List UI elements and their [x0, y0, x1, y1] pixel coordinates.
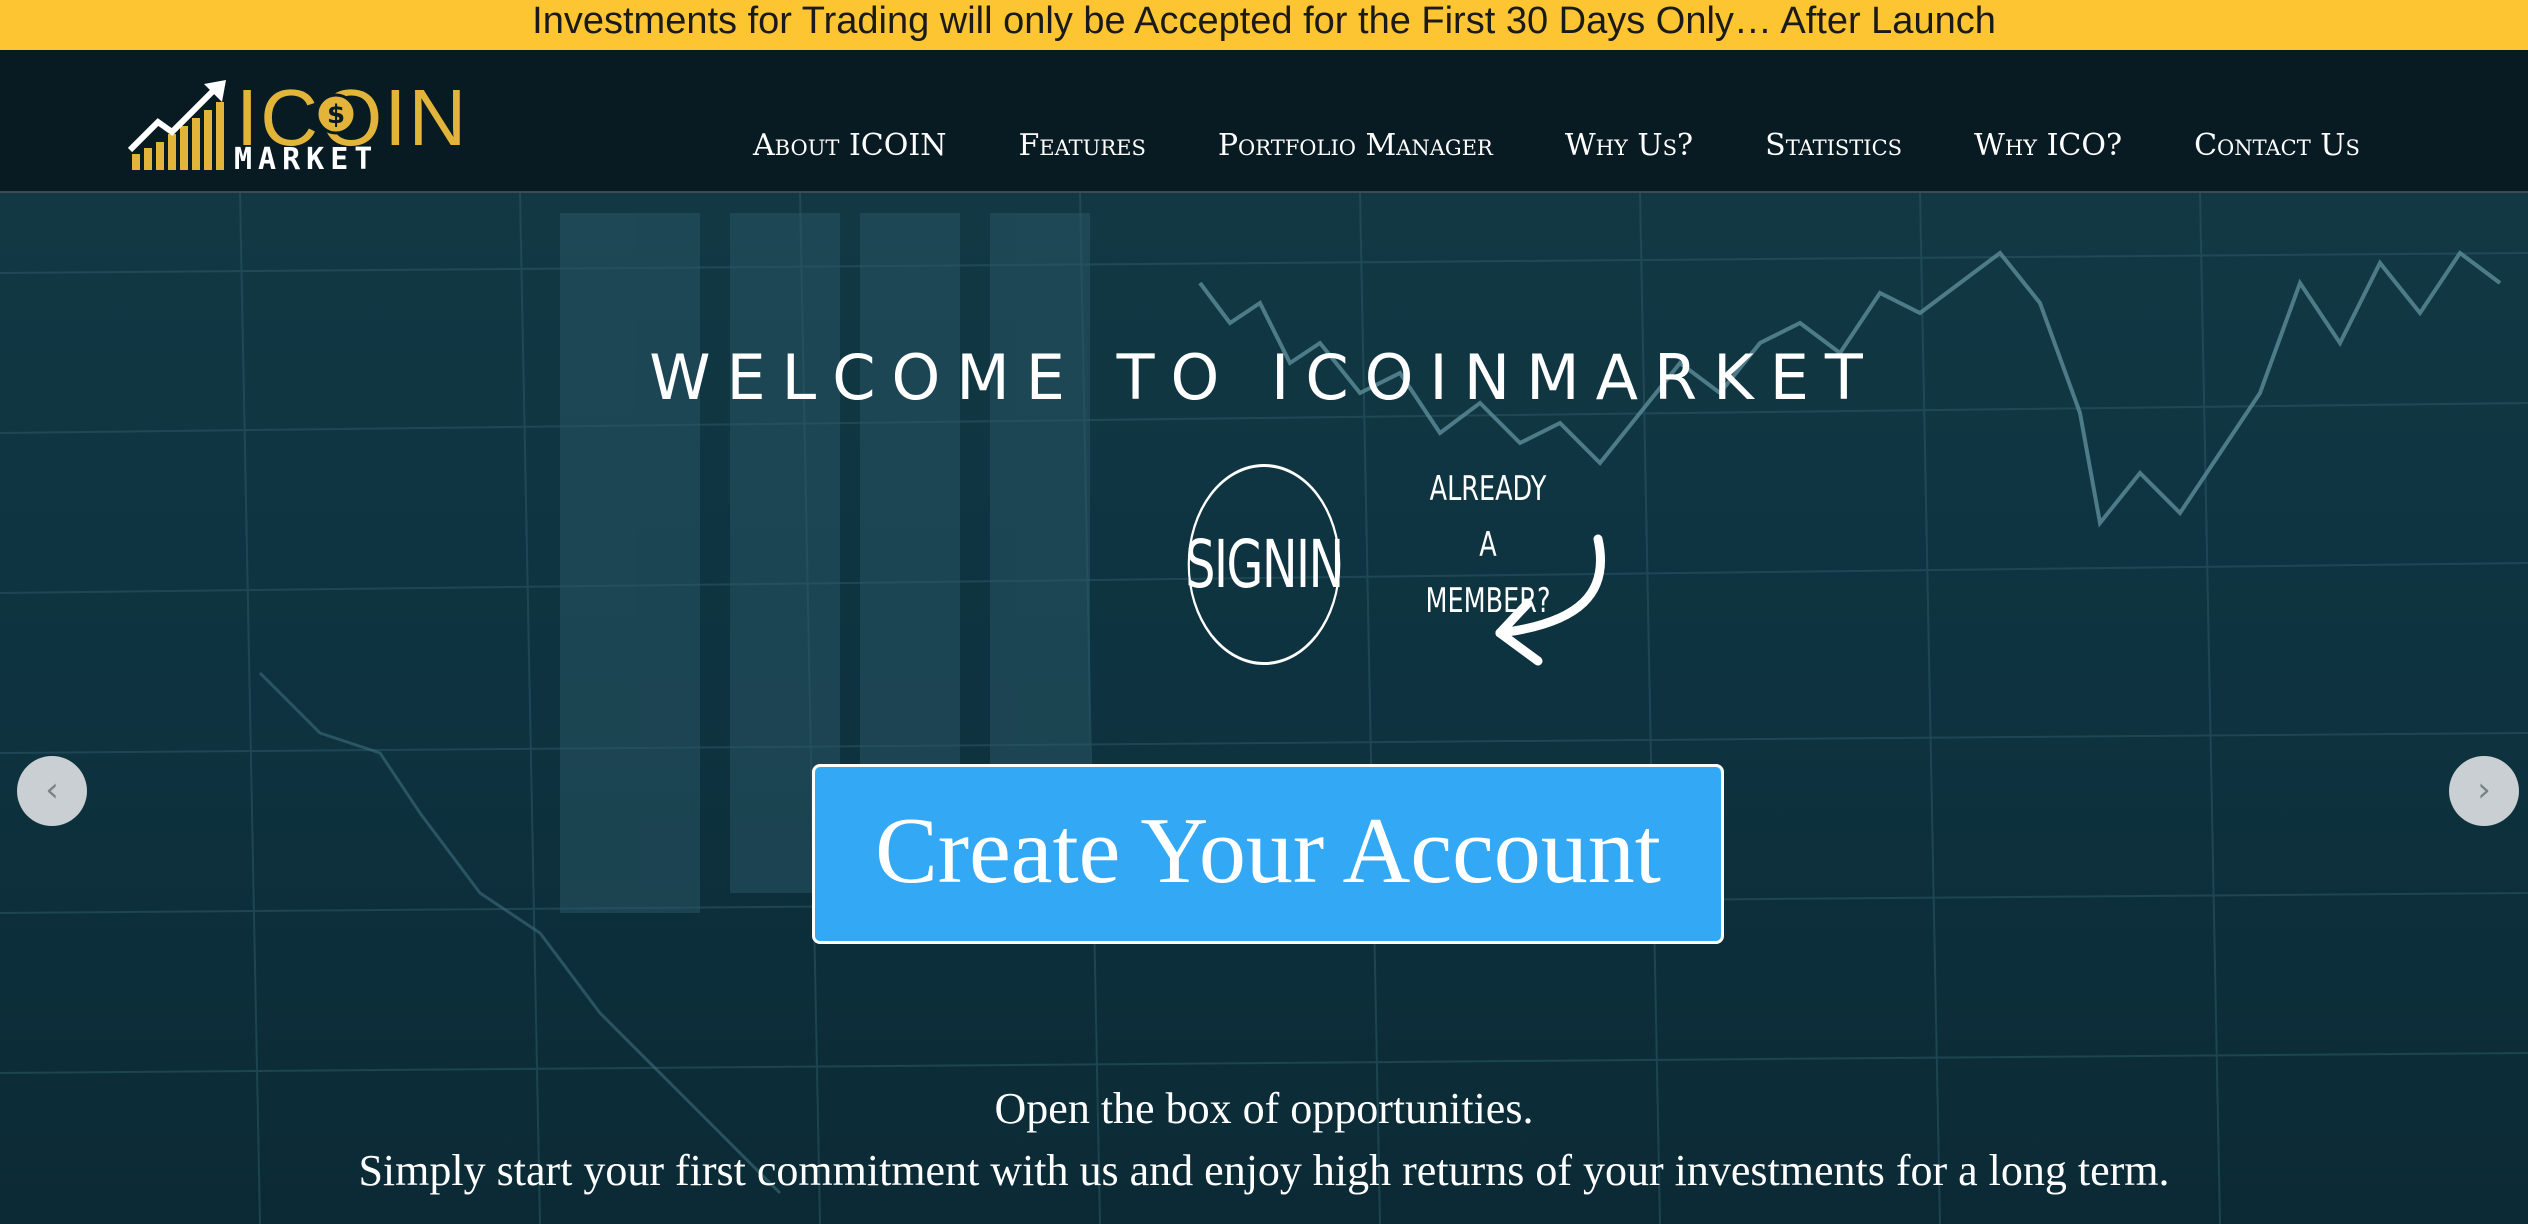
hero-tagline: Open the box of opportunities. Simply st… [0, 1078, 2528, 1202]
hero-slider: WELCOME TO ICOINMARKET SIGNIN ALREADY A … [0, 193, 2528, 1224]
chart-growth-icon [128, 80, 226, 170]
nav-contact-us[interactable]: Contact Us [2194, 126, 2360, 166]
dollar-coin-icon: $ [315, 93, 357, 135]
main-nav: About ICOIN Features Portfolio Manager W… [753, 126, 2360, 166]
carousel-prev-button[interactable]: ‹ [17, 756, 87, 826]
site-logo[interactable]: ICOIN $ MARKET [128, 78, 466, 177]
nav-features[interactable]: Features [1018, 126, 1145, 166]
carousel-next-button[interactable]: › [2449, 756, 2519, 826]
announcement-bar: Investments for Trading will only be Acc… [0, 0, 2528, 50]
signin-button[interactable]: SIGNIN [1185, 464, 1344, 665]
nav-why-ico[interactable]: Why ICO? [1974, 126, 2122, 166]
chevron-right-icon: › [2477, 770, 2491, 810]
tagline-line2: Simply start your first commitment with … [358, 1146, 2170, 1195]
nav-portfolio-manager[interactable]: Portfolio Manager [1218, 126, 1493, 166]
create-account-button[interactable]: Create Your Account [812, 764, 1724, 944]
nav-statistics[interactable]: Statistics [1765, 126, 1902, 166]
tagline-line1: Open the box of opportunities. [994, 1084, 1534, 1133]
top-navbar: ICOIN $ MARKET About ICOIN Features Port… [0, 50, 2528, 193]
nav-about-icoin[interactable]: About ICOIN [753, 126, 946, 166]
signin-label: SIGNIN [1185, 526, 1344, 603]
logo-subtitle: MARKET [234, 142, 379, 177]
svg-text:$: $ [327, 100, 345, 130]
hero-title: WELCOME TO ICOINMARKET [649, 341, 1879, 414]
announcement-text: Investments for Trading will only be Acc… [532, 0, 1996, 42]
curved-arrow-icon [1495, 534, 1606, 666]
nav-why-us[interactable]: Why Us? [1565, 126, 1693, 166]
chevron-left-icon: ‹ [45, 770, 59, 810]
